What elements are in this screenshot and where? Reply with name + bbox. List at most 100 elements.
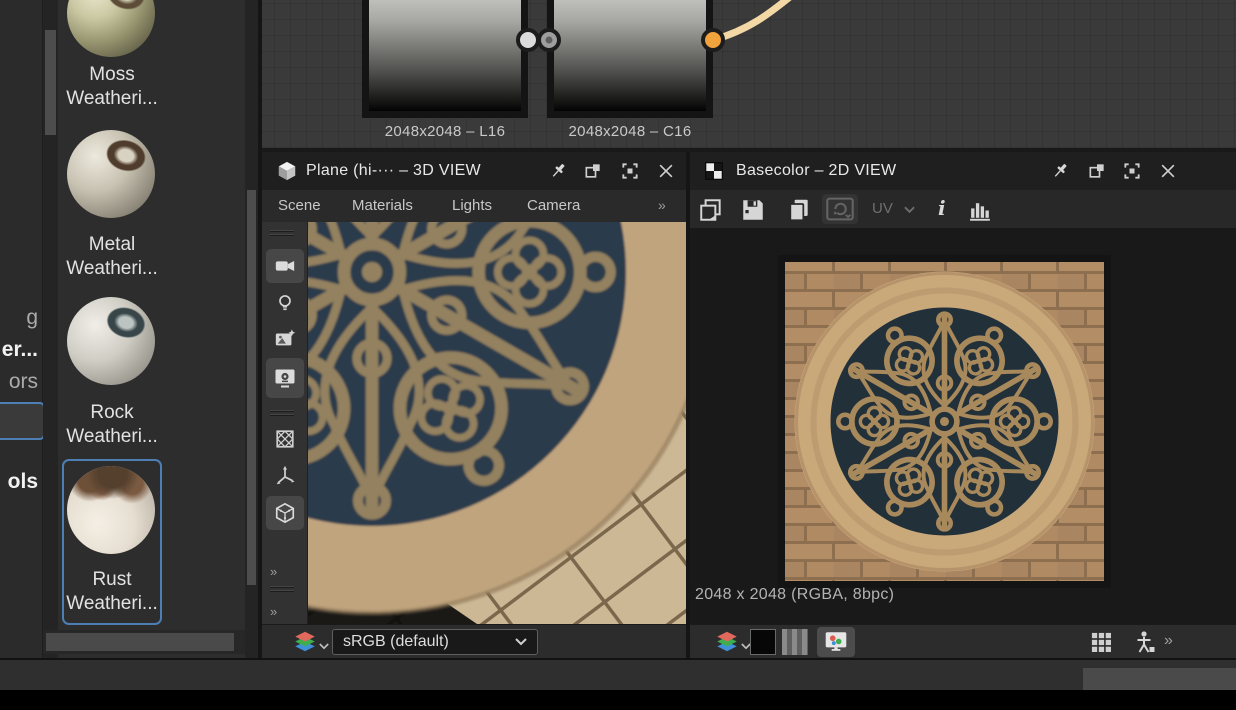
menu-camera[interactable]: Camera	[527, 197, 580, 214]
render-3d-rosette	[262, 222, 686, 624]
transform-axes-button[interactable]	[266, 459, 304, 493]
material-name-line2: Weatheri...	[62, 593, 162, 615]
view2d-titlebar[interactable]: Basecolor – 2D VIEW	[690, 152, 1236, 190]
statusbar-scroll-thumb[interactable]	[1083, 668, 1236, 690]
clipped-label: er...	[2, 338, 38, 362]
background-stripe-swatch[interactable]	[782, 629, 808, 655]
toolbar-overflow-chevron-icon[interactable]: »	[270, 604, 276, 619]
menu-overflow-chevron-icon[interactable]: »	[658, 197, 665, 213]
status-bar	[0, 658, 1236, 690]
close-icon[interactable]	[656, 161, 676, 181]
toolbar-overflow-chevron-icon[interactable]: »	[270, 564, 276, 579]
checkerboard-icon	[704, 161, 724, 181]
pin-icon[interactable]	[1050, 161, 1070, 181]
material-thumbnail-rust[interactable]	[67, 466, 155, 554]
node-wire[interactable]	[713, 0, 806, 40]
chevron-down-icon[interactable]	[319, 643, 329, 650]
output-socket[interactable]	[518, 30, 538, 50]
camera-display-button[interactable]	[266, 249, 304, 283]
colorspace-dropdown[interactable]: sRGB (default)	[332, 629, 538, 655]
toolbar-grip-handle[interactable]	[270, 584, 294, 592]
duplicate-view-icon[interactable]	[698, 197, 724, 223]
node-graph-canvas[interactable]: 2048x2048 – L16 2048x2048 – C16	[258, 0, 1236, 152]
material-name: Rust	[62, 569, 162, 591]
display-settings-icon	[273, 366, 297, 390]
basecolor-texture	[778, 255, 1111, 588]
clipped-selected-field[interactable]	[0, 402, 45, 440]
light-button[interactable]	[266, 286, 304, 320]
material-name: Metal	[62, 234, 162, 256]
view3d-panel: Plane (hi-··· – 3D VIEW Scene Materials …	[262, 152, 686, 658]
material-name-line2: Weatheri...	[62, 258, 162, 280]
tiling-button-disabled	[822, 194, 858, 224]
rgb-monitor-icon	[823, 630, 849, 654]
chevron-down-icon	[515, 638, 527, 646]
float-window-icon[interactable]	[1087, 161, 1107, 181]
background-black-swatch[interactable]	[750, 629, 776, 655]
environment-button[interactable]	[266, 322, 304, 356]
toolbar-grip-handle[interactable]	[270, 408, 294, 416]
material-name-line2: Weatheri...	[62, 88, 162, 110]
colorspace-layers-icon[interactable]	[292, 631, 318, 653]
close-icon[interactable]	[1158, 161, 1178, 181]
material-thumbnail-rock[interactable]	[67, 297, 155, 385]
material-name-line2: Weatheri...	[62, 426, 162, 448]
view3d-bottombar: sRGB (default)	[262, 624, 686, 658]
display-filter-button[interactable]	[817, 627, 855, 657]
materials-hscrollbar[interactable]	[43, 630, 245, 654]
chevron-down-icon	[904, 206, 915, 214]
view2d-panel: Basecolor – 2D VIEW	[690, 152, 1236, 658]
info-icon[interactable]: i	[938, 196, 946, 220]
copy-icon[interactable]	[786, 197, 812, 223]
viewport-3d[interactable]: » »	[262, 222, 686, 624]
pin-icon[interactable]	[548, 161, 568, 181]
toolbar-grip-handle[interactable]	[270, 228, 294, 236]
material-thumbnail-moss[interactable]	[67, 0, 155, 57]
left-scrollbar-thumb[interactable]	[45, 30, 56, 135]
grid-icon[interactable]	[1090, 631, 1113, 654]
axes-icon	[274, 465, 296, 487]
view3d-menubar: Scene Materials Lights Camera »	[262, 190, 686, 222]
save-icon[interactable]	[740, 197, 766, 223]
view3d-title: Plane (hi-··· – 3D VIEW	[306, 162, 481, 180]
mesh-button[interactable]	[266, 496, 304, 530]
tiling-icon	[822, 194, 858, 224]
view2d-title: Basecolor – 2D VIEW	[736, 162, 896, 180]
video-camera-icon	[274, 255, 296, 277]
environment-image-icon	[274, 328, 296, 350]
view2d-bottombar: »	[690, 624, 1236, 658]
app-window: 2048x2048 – L16 2048x2048 – C16 g er... …	[0, 0, 1236, 710]
menu-scene[interactable]: Scene	[278, 197, 321, 214]
cube-icon	[276, 160, 298, 182]
colorspace-value: sRGB (default)	[343, 633, 515, 651]
viewport-2d[interactable]: 2048 x 2048 (RGBA, 8bpc)	[690, 228, 1236, 624]
mannequin-scale-icon[interactable]	[1133, 630, 1157, 655]
material-thumbnail-metal[interactable]	[67, 130, 155, 218]
materials-scrollbar-thumb[interactable]	[247, 190, 256, 585]
input-socket-dot	[546, 37, 553, 44]
geometry-button[interactable]	[266, 422, 304, 456]
materials-library-panel: Moss Weatheri... Metal Weatheri... Rock …	[58, 0, 245, 658]
maximize-icon[interactable]	[620, 161, 640, 181]
color-output-socket[interactable]	[703, 30, 723, 50]
maximize-icon[interactable]	[1122, 161, 1142, 181]
left-scrollbar[interactable]	[43, 0, 58, 658]
image-info-text: 2048 x 2048 (RGBA, 8bpc)	[695, 586, 894, 604]
menu-lights[interactable]: Lights	[452, 197, 492, 214]
float-window-icon[interactable]	[583, 161, 603, 181]
display-settings-button[interactable]	[266, 358, 304, 398]
cube-mesh-icon	[274, 502, 296, 524]
light-bulb-icon	[275, 293, 295, 313]
material-name: Rock	[62, 402, 162, 424]
materials-hscrollbar-thumb[interactable]	[46, 633, 234, 651]
histogram-icon[interactable]	[968, 198, 993, 223]
view3d-toolbar: » »	[262, 222, 308, 624]
bottombar-overflow-chevron-icon[interactable]: »	[1164, 632, 1172, 650]
materials-scrollbar[interactable]	[245, 0, 258, 658]
view3d-titlebar[interactable]: Plane (hi-··· – 3D VIEW	[262, 152, 686, 190]
left-clipped-panel: g er... ors ols	[0, 0, 43, 658]
colorspace-layers-icon[interactable]	[714, 631, 740, 653]
node-wires-layer	[258, 0, 1236, 152]
menu-materials[interactable]: Materials	[352, 197, 413, 214]
clipped-label: ors	[9, 370, 38, 394]
